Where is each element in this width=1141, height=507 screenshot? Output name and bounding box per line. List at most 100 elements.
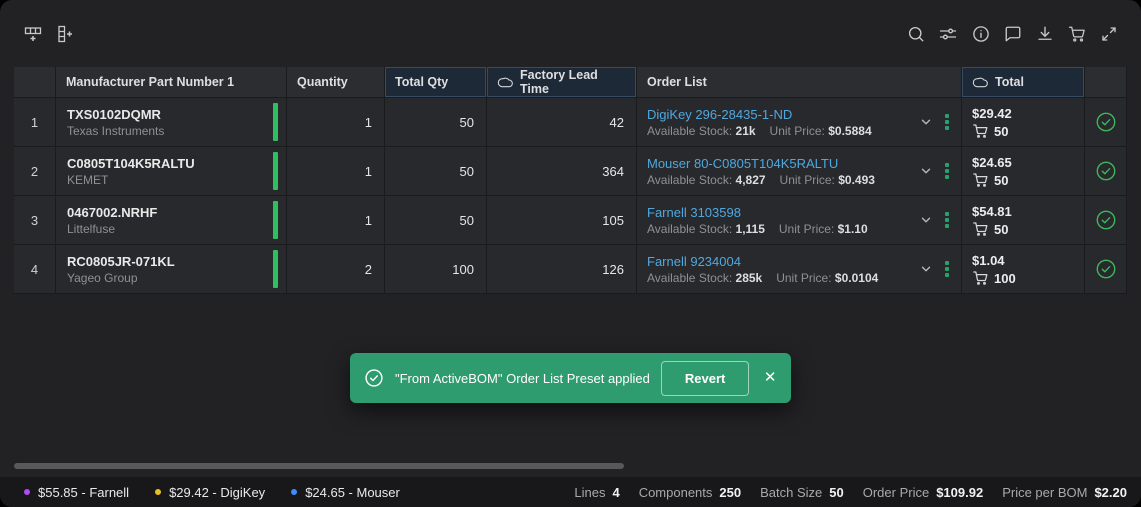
table-row[interactable]: 4 RC0805JR-071KL Yageo Group 2 100 126 F… bbox=[14, 245, 1127, 294]
stat-value: 50 bbox=[829, 484, 844, 500]
success-check-icon bbox=[364, 368, 384, 388]
status-bar: $55.85 - Farnell $29.42 - DigiKey $24.65… bbox=[0, 477, 1141, 507]
stock-price-line: Available Stock: 285k Unit Price: $0.0104 bbox=[647, 270, 879, 285]
expand-icon[interactable] bbox=[1100, 25, 1118, 43]
cart-qty-icon bbox=[972, 123, 989, 139]
quantity-cell[interactable]: 1 bbox=[287, 98, 385, 147]
status-cell bbox=[1085, 245, 1127, 294]
header-total[interactable]: Total bbox=[962, 67, 1085, 98]
table-row[interactable]: 1 TXS0102DQMR Texas Instruments 1 50 42 … bbox=[14, 98, 1127, 147]
header-status bbox=[1085, 67, 1127, 98]
chevron-down-icon[interactable] bbox=[919, 115, 933, 129]
total-qty-cell: 100 bbox=[385, 245, 487, 294]
row-menu-icon[interactable] bbox=[943, 161, 951, 181]
stat-label: Batch Size bbox=[760, 484, 823, 500]
total-qty-cell: 50 bbox=[385, 98, 487, 147]
cart-qty: 100 bbox=[994, 270, 1016, 286]
order-list-cell: Farnell 3103598 Available Stock: 1,115 Un… bbox=[637, 196, 962, 245]
bom-table: Manufacturer Part Number 1 Quantity Tota… bbox=[14, 67, 1127, 294]
table-row[interactable]: 3 0467002.NRHF Littelfuse 1 50 105 Farne… bbox=[14, 196, 1127, 245]
header-row-number bbox=[14, 67, 56, 98]
total-cell: $54.81 50 bbox=[962, 196, 1085, 245]
close-icon[interactable]: ✕ bbox=[763, 368, 777, 388]
legend-item: $55.85 - Farnell bbox=[24, 485, 129, 500]
cart-qty: 50 bbox=[994, 172, 1009, 188]
stat-item: Order Price $109.92 bbox=[863, 485, 983, 500]
check-circle-icon bbox=[1095, 111, 1117, 133]
order-list-cell: Farnell 9234004 Available Stock: 285k Uni… bbox=[637, 245, 962, 294]
chevron-down-icon[interactable] bbox=[919, 262, 933, 276]
mpn-text: TXS0102DQMR bbox=[67, 106, 161, 122]
row-number: 4 bbox=[14, 245, 56, 294]
status-cell bbox=[1085, 98, 1127, 147]
add-column-icon[interactable] bbox=[56, 25, 74, 43]
header-quantity[interactable]: Quantity bbox=[287, 67, 385, 98]
cart-qty-icon bbox=[972, 221, 989, 237]
manufacturer-text: Littelfuse bbox=[67, 221, 116, 236]
mpn-cell[interactable]: C0805T104K5RALTU KEMET bbox=[56, 147, 287, 196]
row-menu-icon[interactable] bbox=[943, 112, 951, 132]
manufacturer-text: Yageo Group bbox=[67, 270, 138, 285]
chevron-down-icon[interactable] bbox=[919, 213, 933, 227]
cart-qty-icon bbox=[972, 270, 989, 286]
chevron-down-icon[interactable] bbox=[919, 164, 933, 178]
row-number: 3 bbox=[14, 196, 56, 245]
quantity-cell[interactable]: 1 bbox=[287, 147, 385, 196]
supply-status-bar bbox=[273, 152, 278, 190]
row-menu-icon[interactable] bbox=[943, 210, 951, 230]
download-icon[interactable] bbox=[1036, 25, 1054, 43]
legend-label: $24.65 - Mouser bbox=[305, 484, 400, 500]
legend-label: $55.85 - Farnell bbox=[38, 484, 130, 500]
supplier-part-link[interactable]: Farnell 9234004 bbox=[647, 253, 915, 270]
header-total-qty[interactable]: Total Qty bbox=[385, 67, 487, 98]
total-price: $24.65 bbox=[972, 155, 1012, 170]
stat-item: Batch Size 50 bbox=[760, 485, 844, 500]
stat-label: Price per BOM bbox=[1002, 484, 1088, 500]
total-price: $54.81 bbox=[972, 204, 1012, 219]
mpn-cell[interactable]: TXS0102DQMR Texas Instruments bbox=[56, 98, 287, 147]
stat-label: Components bbox=[638, 484, 713, 500]
lead-time-cell: 364 bbox=[487, 147, 637, 196]
mpn-cell[interactable]: 0467002.NRHF Littelfuse bbox=[56, 196, 287, 245]
header-factory-lead-time[interactable]: Factory Lead Time bbox=[487, 67, 637, 98]
mpn-cell[interactable]: RC0805JR-071KL Yageo Group bbox=[56, 245, 287, 294]
row-number: 2 bbox=[14, 147, 56, 196]
total-cell: $24.65 50 bbox=[962, 147, 1085, 196]
check-circle-icon bbox=[1095, 209, 1117, 231]
total-price: $1.04 bbox=[972, 253, 1005, 268]
legend-label: $29.42 - DigiKey bbox=[169, 484, 266, 500]
horizontal-scrollbar[interactable] bbox=[14, 463, 624, 469]
total-cell: $1.04 100 bbox=[962, 245, 1085, 294]
header-order-list[interactable]: Order List bbox=[637, 67, 962, 98]
comment-icon[interactable] bbox=[1004, 25, 1022, 43]
row-menu-icon[interactable] bbox=[943, 259, 951, 279]
mpn-text: C0805T104K5RALTU bbox=[67, 155, 195, 171]
header-mpn[interactable]: Manufacturer Part Number 1 bbox=[56, 67, 287, 98]
total-price: $29.42 bbox=[972, 106, 1012, 121]
add-row-icon[interactable] bbox=[24, 25, 42, 43]
legend-dot bbox=[24, 489, 30, 495]
total-qty-cell: 50 bbox=[385, 196, 487, 245]
toast-message: "From ActiveBOM" Order List Preset appli… bbox=[395, 370, 650, 386]
supplier-part-link[interactable]: Farnell 3103598 bbox=[647, 204, 915, 221]
supplier-part-link[interactable]: Mouser 80-C0805T104K5RALTU bbox=[647, 155, 915, 172]
order-list-cell: Mouser 80-C0805T104K5RALTU Available Sto… bbox=[637, 147, 962, 196]
quantity-cell[interactable]: 2 bbox=[287, 245, 385, 294]
order-list-cell: DigiKey 296-28435-1-ND Available Stock: … bbox=[637, 98, 962, 147]
info-icon[interactable] bbox=[972, 25, 990, 43]
quantity-cell[interactable]: 1 bbox=[287, 196, 385, 245]
revert-button[interactable]: Revert bbox=[660, 360, 750, 396]
table-row[interactable]: 2 C0805T104K5RALTU KEMET 1 50 364 Mouser… bbox=[14, 147, 1127, 196]
supply-status-bar bbox=[273, 103, 278, 141]
filter-settings-icon[interactable] bbox=[939, 25, 957, 43]
toast-notification: "From ActiveBOM" Order List Preset appli… bbox=[350, 353, 791, 403]
search-icon[interactable] bbox=[907, 25, 925, 43]
mpn-text: 0467002.NRHF bbox=[67, 204, 158, 220]
total-cell: $29.42 50 bbox=[962, 98, 1085, 147]
supplier-price-legend: $55.85 - Farnell $29.42 - DigiKey $24.65… bbox=[24, 485, 400, 500]
cart-icon[interactable] bbox=[1068, 25, 1086, 43]
stat-item: Components 250 bbox=[639, 485, 741, 500]
stat-item: Lines 4 bbox=[574, 485, 619, 500]
supplier-part-link[interactable]: DigiKey 296-28435-1-ND bbox=[647, 106, 915, 123]
lead-time-cell: 42 bbox=[487, 98, 637, 147]
